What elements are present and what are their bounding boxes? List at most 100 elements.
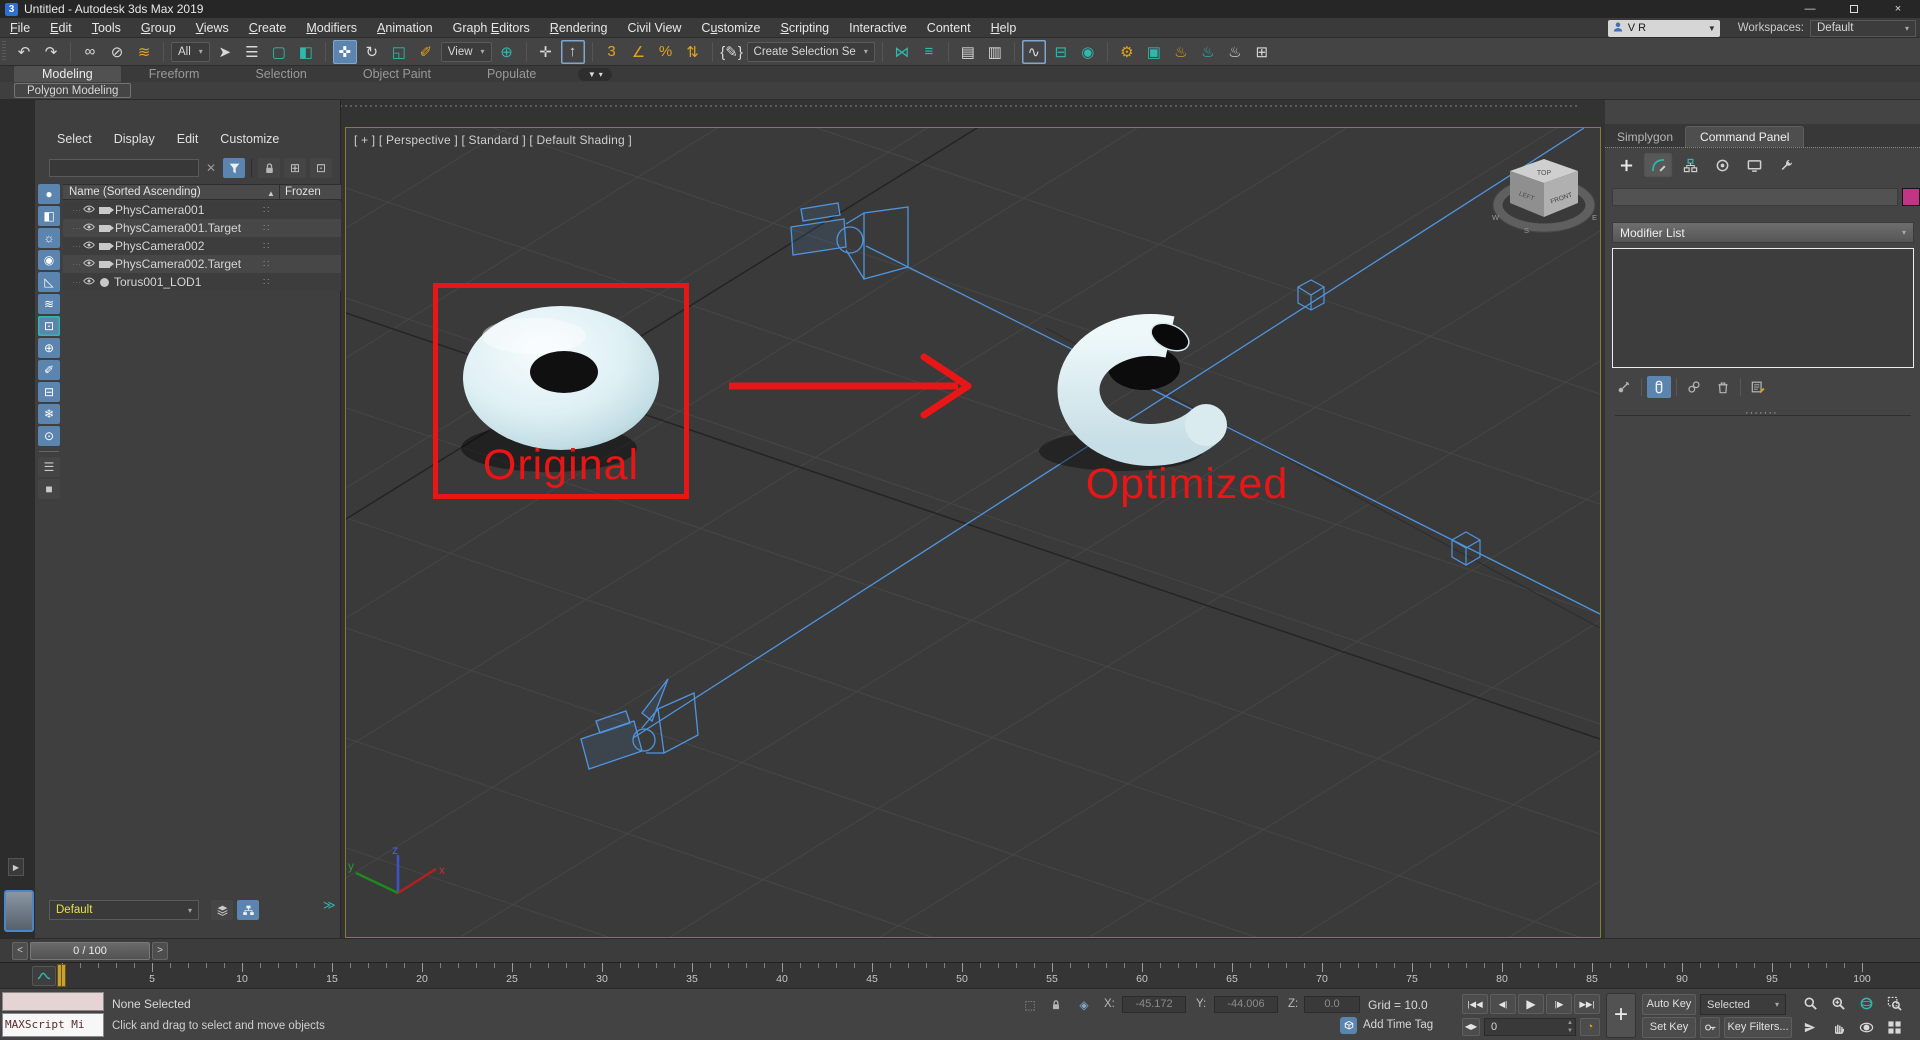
- object-name[interactable]: PhysCamera001.Target: [115, 221, 241, 235]
- tab-command-panel[interactable]: Command Panel: [1685, 126, 1804, 147]
- time-slider-handle[interactable]: 0 / 100: [30, 942, 150, 960]
- x-coord-value[interactable]: -45.172: [1122, 996, 1186, 1013]
- workspace-dropdown[interactable]: Default ▾: [1810, 20, 1916, 37]
- visibility-eye-icon[interactable]: [83, 275, 95, 290]
- maxscript-mini-listener[interactable]: MAXScript Mi: [2, 1013, 104, 1037]
- table-row[interactable]: ···PhysCamera001∷: [63, 201, 341, 219]
- key-step-toggle[interactable]: ◀▶: [1462, 1018, 1480, 1036]
- autodesk-360-icon[interactable]: ⊞: [1250, 40, 1274, 64]
- render-in-cloud-icon[interactable]: ♨: [1196, 40, 1220, 64]
- maximize-viewport-toggle-icon[interactable]: [1882, 1017, 1906, 1037]
- display-cameras-icon[interactable]: ◉: [38, 250, 60, 270]
- select-and-rotate-icon[interactable]: ↻: [360, 40, 384, 64]
- ribbon-overflow-button[interactable]: ▼▾: [578, 68, 612, 81]
- object-name[interactable]: PhysCamera001: [115, 203, 204, 217]
- toggle-layer-explorer-icon[interactable]: ▤: [956, 40, 980, 64]
- object-name[interactable]: Torus001_LOD1: [114, 275, 201, 289]
- select-and-move-icon[interactable]: ✜: [333, 40, 357, 64]
- go-to-start-button[interactable]: |◀◀: [1462, 994, 1488, 1014]
- reference-coordinate-system-dropdown[interactable]: View▾: [441, 42, 492, 62]
- viewcube-top-label[interactable]: TOP: [1537, 170, 1552, 177]
- frozen-cell[interactable]: ∷: [263, 223, 269, 234]
- display-frozen-icon[interactable]: ❄: [38, 404, 60, 424]
- ribbon-tab-selection[interactable]: Selection: [227, 66, 334, 82]
- schematic-view-icon[interactable]: ⊟: [1049, 40, 1073, 64]
- menu-animation[interactable]: Animation: [367, 18, 443, 38]
- polygon-modeling-panel-button[interactable]: Polygon Modeling: [14, 83, 131, 98]
- key-filters-button[interactable]: Key Filters...: [1724, 1017, 1792, 1038]
- display-hidden-icon[interactable]: ⊙: [38, 426, 60, 446]
- previous-frame-button[interactable]: ◀|: [1490, 994, 1516, 1014]
- menu-tools[interactable]: Tools: [82, 18, 131, 38]
- physcamera001[interactable]: [791, 203, 908, 279]
- percent-snap-icon[interactable]: %: [654, 40, 678, 64]
- menu-views[interactable]: Views: [186, 18, 239, 38]
- pan-hand-icon[interactable]: [1826, 1017, 1850, 1037]
- search-input[interactable]: [49, 159, 199, 177]
- object-name[interactable]: PhysCamera002: [115, 239, 204, 253]
- table-row[interactable]: ···PhysCamera001.Target∷: [63, 219, 341, 237]
- display-bones-icon[interactable]: ✐: [38, 360, 60, 380]
- modifier-list-dropdown[interactable]: Modifier List ▾: [1612, 222, 1914, 243]
- menu-scripting[interactable]: Scripting: [770, 18, 839, 38]
- explorer-menu-customize[interactable]: Customize: [220, 132, 279, 146]
- compass-south[interactable]: S: [1524, 226, 1529, 235]
- zoom-icon[interactable]: [1798, 993, 1822, 1013]
- create-key-button[interactable]: +: [1606, 993, 1636, 1038]
- pick-container-icon[interactable]: ⊡: [310, 158, 332, 178]
- rendered-frame-window-icon[interactable]: ▣: [1142, 40, 1166, 64]
- close-button[interactable]: ×: [1876, 0, 1920, 18]
- rectangular-selection-region-icon[interactable]: ▢: [267, 40, 291, 64]
- user-account-dropdown[interactable]: V R ▼: [1608, 20, 1720, 37]
- camera-target-cube[interactable]: [1452, 532, 1480, 565]
- zoom-region-icon[interactable]: [1882, 993, 1906, 1013]
- select-and-link-icon[interactable]: ∞: [78, 40, 102, 64]
- menu-interactive[interactable]: Interactive: [839, 18, 917, 38]
- track-bar[interactable]: 0510152025303540455055606570758085909510…: [0, 962, 1920, 988]
- frame-spinner[interactable]: ▲▼: [1567, 1019, 1573, 1035]
- next-frame-arrow[interactable]: >: [152, 942, 168, 960]
- next-frame-button[interactable]: |▶: [1546, 994, 1572, 1014]
- menu-group[interactable]: Group: [131, 18, 186, 38]
- new-container-icon[interactable]: ⊞: [284, 158, 306, 178]
- display-geometry-icon[interactable]: ●: [38, 184, 60, 204]
- menu-rendering[interactable]: Rendering: [540, 18, 618, 38]
- selection-set-dropdown[interactable]: Default ▾: [49, 900, 199, 920]
- redo-icon[interactable]: ↷: [39, 40, 63, 64]
- explorer-menu-edit[interactable]: Edit: [177, 132, 199, 146]
- object-name[interactable]: PhysCamera002.Target: [115, 257, 241, 271]
- rollout-divider[interactable]: [1615, 415, 1911, 416]
- modifier-stack[interactable]: [1612, 248, 1914, 368]
- z-coord-value[interactable]: 0.0: [1304, 996, 1360, 1013]
- frozen-cell[interactable]: ∷: [263, 259, 269, 270]
- material-editor-icon[interactable]: ◉: [1076, 40, 1100, 64]
- curve-editor-icon[interactable]: ∿: [1022, 40, 1046, 64]
- keyboard-shortcut-override-icon[interactable]: ↑: [561, 40, 585, 64]
- configure-modifier-sets-icon[interactable]: [1746, 376, 1770, 398]
- mirror-icon[interactable]: ⋈: [890, 40, 914, 64]
- explorer-menu-display[interactable]: Display: [114, 132, 155, 146]
- object-color-swatch[interactable]: [1902, 188, 1920, 206]
- time-marker[interactable]: [57, 964, 66, 987]
- table-row[interactable]: ···Torus001_LOD1∷: [63, 273, 341, 291]
- menu-help[interactable]: Help: [981, 18, 1027, 38]
- unlink-selection-icon[interactable]: ⊘: [105, 40, 129, 64]
- selection-lock-icon[interactable]: [1046, 996, 1066, 1014]
- display-helpers-icon[interactable]: ◺: [38, 272, 60, 292]
- display-tab-icon[interactable]: [1739, 152, 1769, 178]
- pick-mode-icon[interactable]: ■: [38, 479, 60, 499]
- table-row[interactable]: ···PhysCamera002∷: [63, 237, 341, 255]
- frozen-column-header[interactable]: Frozen: [285, 185, 321, 200]
- viewport-label[interactable]: [ + ] [ Perspective ] [ Standard ] [ Def…: [354, 133, 632, 147]
- material-sample-slot[interactable]: [4, 890, 34, 932]
- toggle-ribbon-icon[interactable]: ▥: [983, 40, 1007, 64]
- sync-selection-icon[interactable]: ☰: [38, 457, 60, 477]
- toolbar-grip[interactable]: [2, 41, 6, 62]
- set-key-filters-icon[interactable]: [1700, 1017, 1720, 1038]
- menu-customize[interactable]: Customize: [691, 18, 770, 38]
- menu-modifiers[interactable]: Modifiers: [296, 18, 367, 38]
- camera-target-cube[interactable]: [1298, 280, 1324, 310]
- ribbon-tab-populate[interactable]: Populate: [459, 66, 564, 82]
- window-crossing-toggle-icon[interactable]: ◧: [294, 40, 318, 64]
- zoom-all-icon[interactable]: [1826, 993, 1850, 1013]
